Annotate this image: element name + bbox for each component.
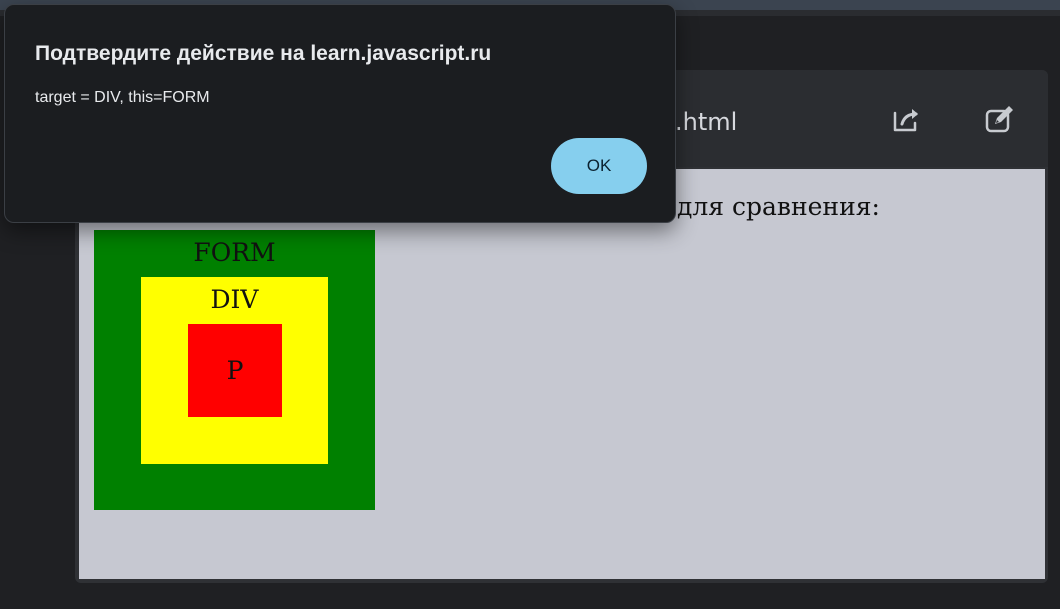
comparison-text: для сравнения:	[677, 192, 880, 221]
ok-button[interactable]: OK	[551, 138, 647, 194]
p-label: P	[226, 356, 244, 385]
form-label: FORM	[193, 238, 276, 267]
dialog-title: Подтвердите действие на learn.javascript…	[35, 42, 492, 65]
share-icon[interactable]	[886, 100, 926, 140]
dialog-message: target = DIV, this=FORM	[35, 89, 210, 106]
edit-icon[interactable]	[979, 100, 1019, 140]
example-preview: для сравнения: FORM DIV P	[79, 169, 1045, 579]
p-box[interactable]: P	[188, 324, 282, 417]
share-icon-graphic	[893, 109, 918, 132]
confirm-dialog: Подтвердите действие на learn.javascript…	[4, 4, 676, 223]
example-file-name: .html	[675, 108, 738, 136]
browser-viewport: { "dialog": { "title": "Подтвердите дейс…	[0, 0, 1060, 609]
div-label: DIV	[210, 285, 259, 314]
form-box[interactable]: FORM DIV P	[94, 230, 375, 510]
div-box[interactable]: DIV P	[141, 277, 328, 464]
edit-icon-graphic	[985, 106, 1013, 133]
